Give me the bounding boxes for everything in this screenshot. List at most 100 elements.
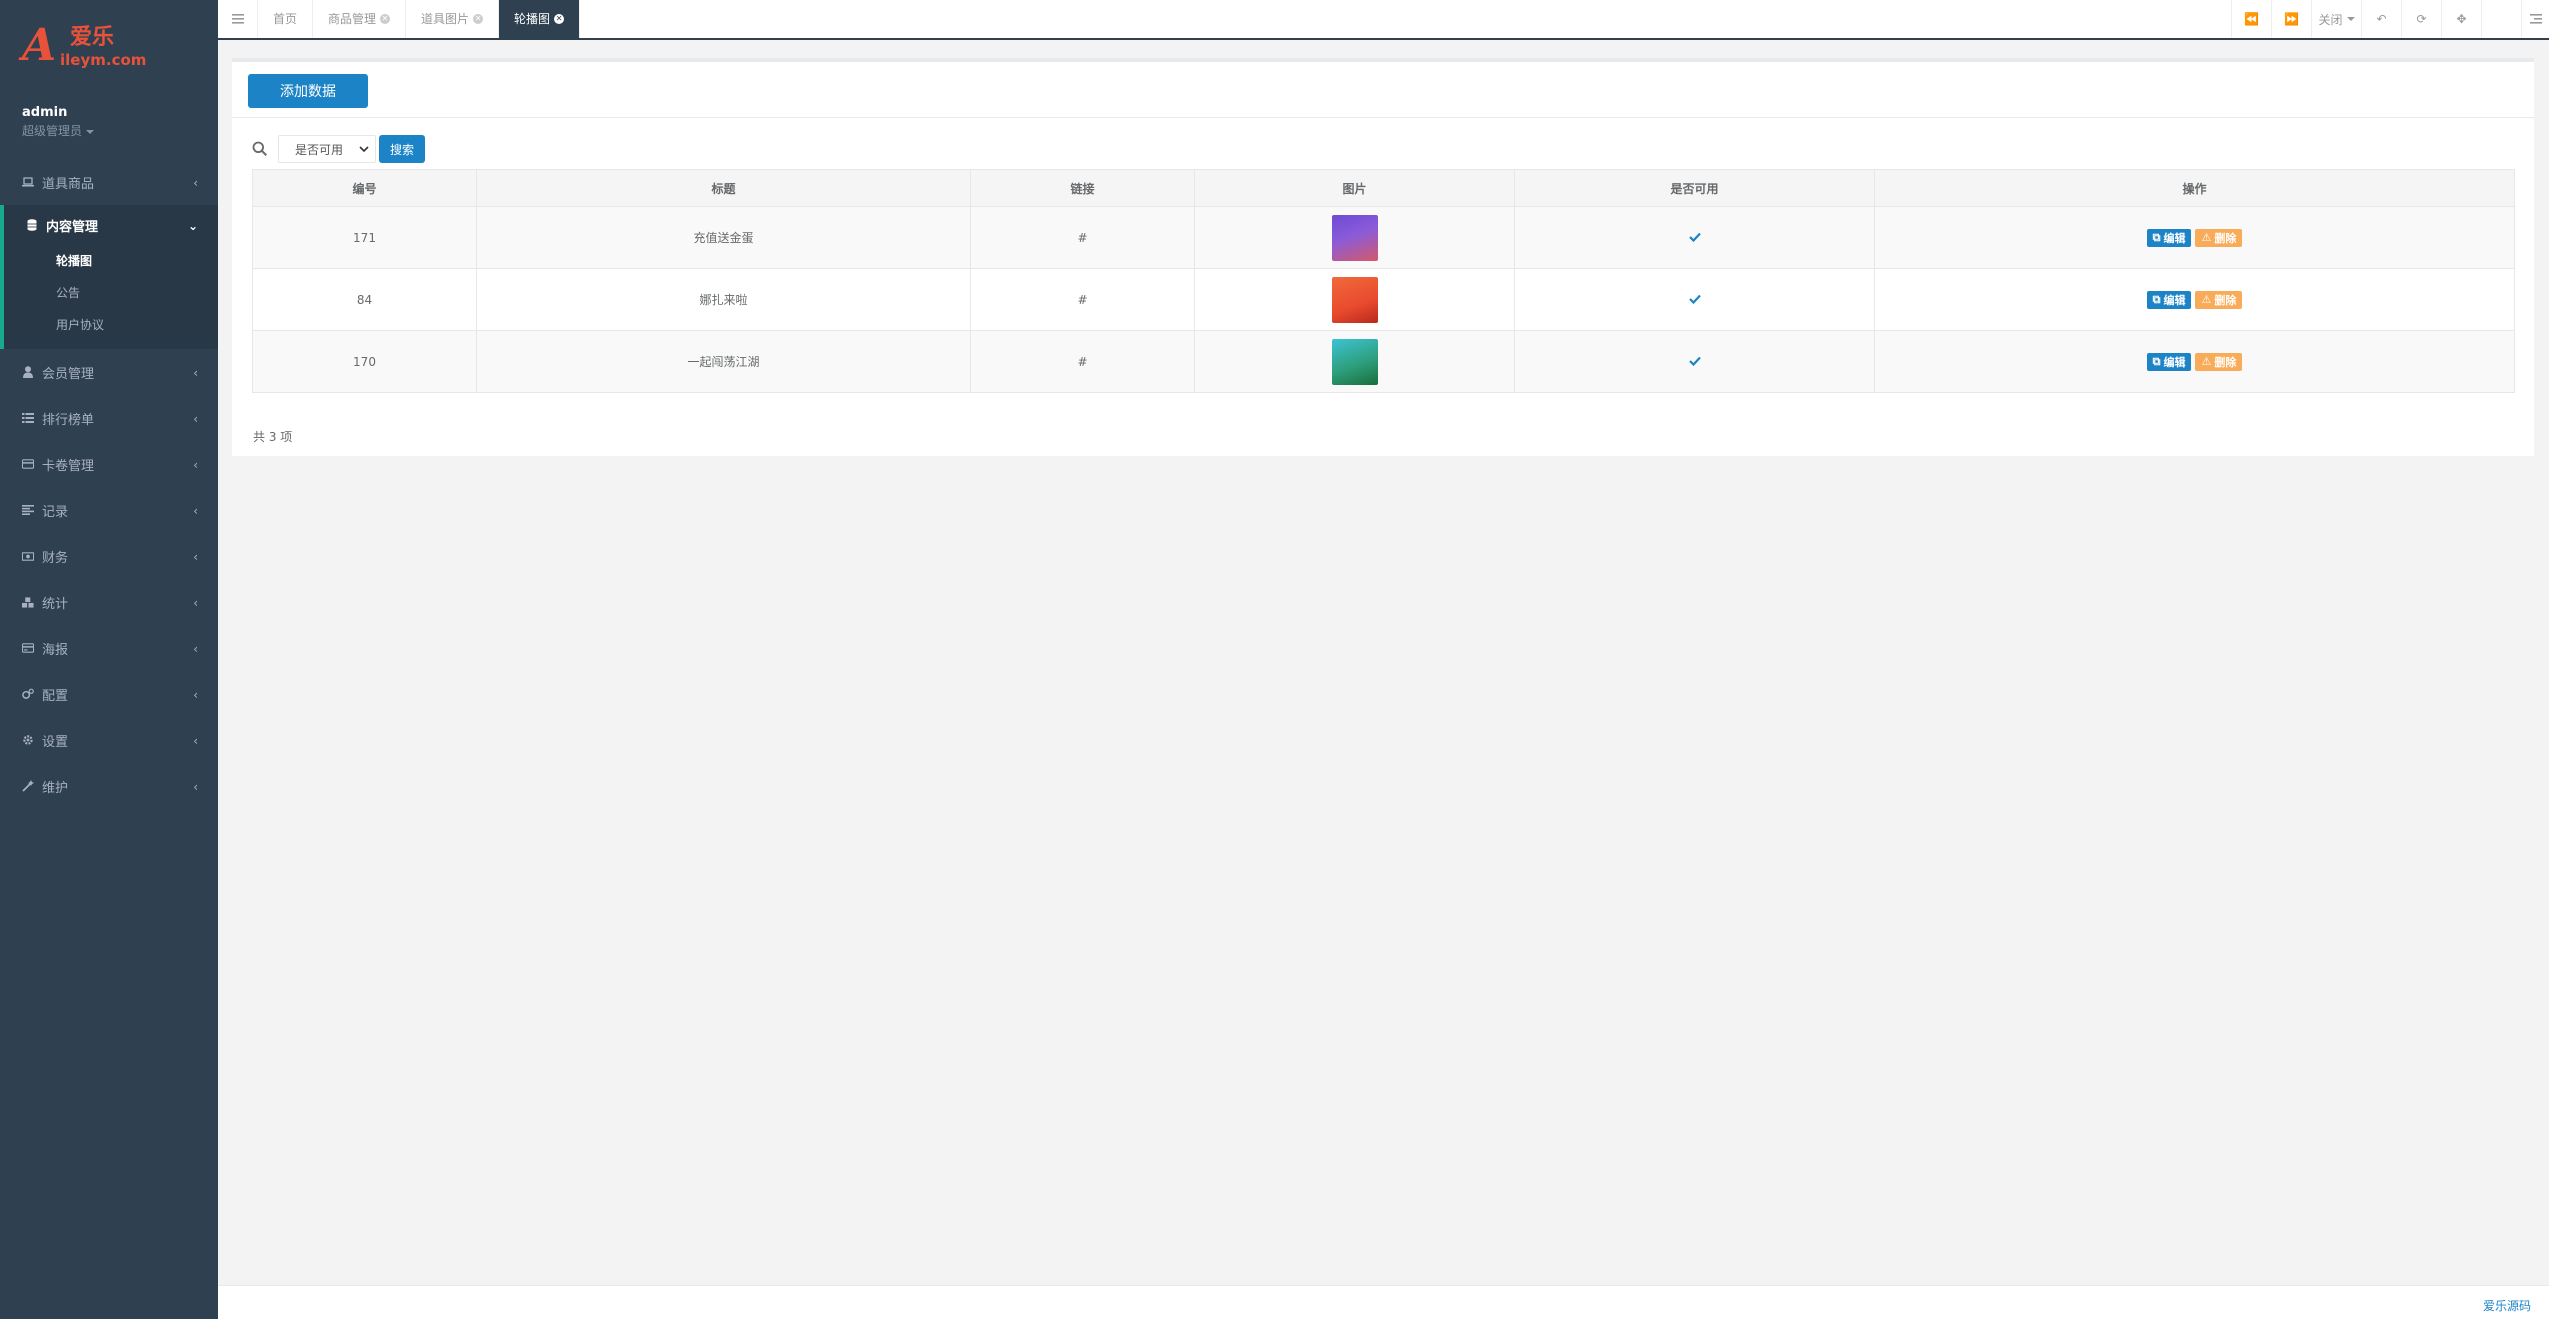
panel-header: 添加数据 bbox=[232, 62, 2534, 118]
sidebar-item-label: 配置 bbox=[42, 688, 69, 704]
check-icon bbox=[1688, 356, 1701, 366]
top-tab-bar: 首页 商品管理 ✕ 道具图片 ✕ 轮播图 ✕ ⏪ ⏩ 关闭 ↶ ⟳ ✥ bbox=[218, 0, 2549, 40]
cell-enabled bbox=[1514, 268, 1875, 331]
sidebar-subitem-carousel[interactable]: 轮播图 bbox=[0, 245, 218, 277]
sidebar-item-configuration[interactable]: 配置 ‹ bbox=[0, 671, 218, 717]
filter-bar: 是否可用 搜索 bbox=[252, 134, 425, 164]
tab-home[interactable]: 首页 bbox=[258, 0, 314, 38]
chevron-left-icon: ‹ bbox=[193, 504, 198, 518]
hamburger-icon bbox=[231, 14, 244, 24]
enabled-filter-select[interactable]: 是否可用 bbox=[278, 135, 376, 163]
sidebar-item-vouchers[interactable]: 卡卷管理 ‹ bbox=[0, 441, 218, 487]
sidebar-item-members[interactable]: 会员管理 ‹ bbox=[0, 349, 218, 395]
warning-icon: ⚠ bbox=[2201, 355, 2212, 368]
delete-button[interactable]: ⚠ 删除 bbox=[2195, 290, 2243, 309]
indent-icon bbox=[2529, 14, 2542, 24]
fullscreen-button[interactable]: ✥ bbox=[2441, 0, 2481, 38]
check-icon bbox=[1688, 294, 1701, 304]
sidebar-item-settings[interactable]: 设置 ‹ bbox=[0, 717, 218, 763]
delete-button[interactable]: ⚠ 删除 bbox=[2195, 352, 2243, 371]
table-row: 171 充值送金蛋 # ⧉ 编辑 ⚠ 删除 bbox=[252, 206, 2515, 269]
chevron-left-icon: ‹ bbox=[193, 596, 198, 610]
chevron-left-icon: ‹ bbox=[193, 688, 198, 702]
cell-title: 一起闯荡江湖 bbox=[476, 330, 971, 393]
column-header-title[interactable]: 标题 bbox=[476, 169, 971, 207]
select-value: 是否可用 bbox=[295, 142, 344, 157]
caret-down-icon bbox=[2346, 17, 2355, 21]
page-tabs: 首页 商品管理 ✕ 道具图片 ✕ 轮播图 ✕ bbox=[258, 0, 581, 38]
cell-enabled bbox=[1514, 206, 1875, 269]
money-icon bbox=[22, 550, 34, 562]
tab-label: 首页 bbox=[273, 12, 298, 26]
right-menu-button[interactable] bbox=[2521, 0, 2549, 38]
column-header-enabled[interactable]: 是否可用 bbox=[1514, 169, 1875, 207]
magic-wand-icon bbox=[22, 780, 34, 792]
sidebar-subitem-agreement[interactable]: 用户协议 bbox=[0, 309, 218, 341]
cell-link: # bbox=[970, 206, 1195, 269]
scroll-left-button[interactable]: ⏪ bbox=[2231, 0, 2271, 38]
carousel-thumbnail[interactable] bbox=[1331, 276, 1378, 323]
edit-button[interactable]: ⧉ 编辑 bbox=[2146, 290, 2192, 309]
database-icon bbox=[26, 219, 38, 231]
delete-label: 删除 bbox=[2214, 293, 2237, 307]
sidebar-item-statistics[interactable]: 统计 ‹ bbox=[0, 579, 218, 625]
edit-button[interactable]: ⧉ 编辑 bbox=[2146, 228, 2192, 247]
close-tabs-dropdown[interactable]: 关闭 bbox=[2311, 0, 2361, 38]
refresh-button[interactable]: ⟳ bbox=[2401, 0, 2441, 38]
sidebar-item-label: 排行榜单 bbox=[42, 412, 95, 428]
cubes-icon bbox=[22, 596, 34, 608]
cell-link: # bbox=[970, 330, 1195, 393]
footer-link[interactable]: 爱乐源码 bbox=[2483, 1297, 2531, 1314]
add-data-button[interactable]: 添加数据 bbox=[248, 74, 368, 108]
profile-role-dropdown[interactable]: 超级管理员 bbox=[22, 122, 95, 139]
delete-button[interactable]: ⚠ 删除 bbox=[2195, 228, 2243, 247]
menu-toggle-button[interactable] bbox=[218, 0, 258, 38]
tab-label: 轮播图 bbox=[514, 12, 551, 26]
cell-image bbox=[1194, 330, 1515, 393]
tab-carousel[interactable]: 轮播图 ✕ bbox=[499, 0, 581, 38]
check-icon bbox=[1688, 232, 1701, 242]
cell-id: 170 bbox=[252, 330, 477, 393]
tab-goods[interactable]: 商品管理 ✕ bbox=[313, 0, 407, 38]
close-icon[interactable]: ✕ bbox=[554, 14, 565, 24]
sidebar-subitem-notice[interactable]: 公告 bbox=[0, 277, 218, 309]
tab-prop-images[interactable]: 道具图片 ✕ bbox=[406, 0, 500, 38]
warning-icon: ⚠ bbox=[2201, 293, 2212, 306]
total-count: 共 3 项 bbox=[253, 430, 293, 444]
back-button[interactable]: ↶ bbox=[2361, 0, 2401, 38]
copy-icon: ⧉ bbox=[2152, 354, 2161, 368]
sidebar: A 爱乐 ileym.com admin 超级管理员 道具商品 ‹ 内容管理 ⌄… bbox=[0, 0, 218, 1319]
close-icon[interactable]: ✕ bbox=[473, 14, 484, 24]
caret-down-icon bbox=[86, 129, 95, 134]
chevron-left-icon: ‹ bbox=[193, 734, 198, 748]
column-header-link[interactable]: 链接 bbox=[970, 169, 1195, 207]
scroll-right-button[interactable]: ⏩ bbox=[2271, 0, 2311, 38]
cell-actions: ⧉ 编辑 ⚠ 删除 bbox=[1874, 330, 2515, 393]
cell-id: 84 bbox=[252, 268, 477, 331]
sidebar-item-label: 卡卷管理 bbox=[42, 458, 95, 474]
chevron-left-icon: ‹ bbox=[193, 458, 198, 472]
sidebar-item-finance[interactable]: 财务 ‹ bbox=[0, 533, 218, 579]
sidebar-item-props[interactable]: 道具商品 ‹ bbox=[0, 159, 218, 205]
chevron-left-icon: ‹ bbox=[193, 642, 198, 656]
search-button[interactable]: 搜索 bbox=[379, 135, 425, 163]
cell-enabled bbox=[1514, 330, 1875, 393]
column-header-image[interactable]: 图片 bbox=[1194, 169, 1515, 207]
sidebar-item-maintenance[interactable]: 维护 ‹ bbox=[0, 763, 218, 809]
edit-button[interactable]: ⧉ 编辑 bbox=[2146, 352, 2192, 371]
carousel-thumbnail[interactable] bbox=[1331, 338, 1378, 385]
sidebar-item-content[interactable]: 内容管理 ⌄ bbox=[0, 205, 218, 245]
close-icon[interactable]: ✕ bbox=[380, 14, 391, 24]
sidebar-item-records[interactable]: 记录 ‹ bbox=[0, 487, 218, 533]
copy-icon: ⧉ bbox=[2152, 230, 2161, 244]
cell-image bbox=[1194, 268, 1515, 331]
card-icon bbox=[22, 642, 34, 654]
logo[interactable]: A 爱乐 ileym.com bbox=[22, 20, 146, 74]
logo-initial: A bbox=[22, 20, 57, 71]
carousel-thumbnail[interactable] bbox=[1331, 214, 1378, 261]
column-header-id[interactable]: 编号 bbox=[252, 169, 477, 207]
sidebar-item-posters[interactable]: 海报 ‹ bbox=[0, 625, 218, 671]
cell-link: # bbox=[970, 268, 1195, 331]
tab-toolbar: ⏪ ⏩ 关闭 ↶ ⟳ ✥ bbox=[2231, 0, 2549, 38]
sidebar-item-rankings[interactable]: 排行榜单 ‹ bbox=[0, 395, 218, 441]
